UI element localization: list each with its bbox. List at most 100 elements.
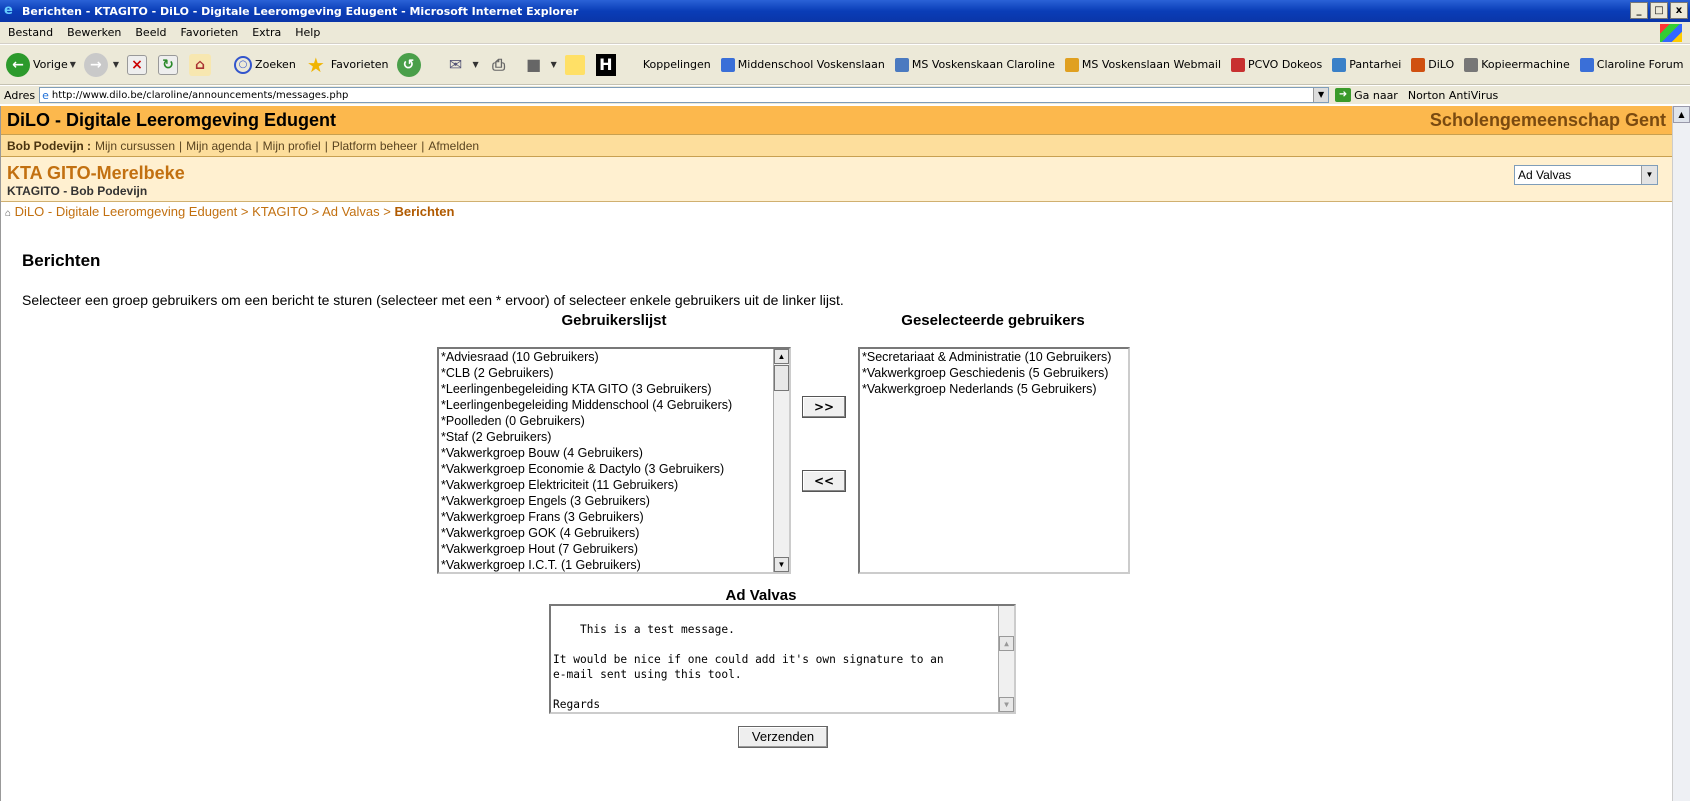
breadcrumb-item-advalvas[interactable]: Ad Valvas (322, 204, 380, 219)
history-button[interactable]: ↺ (396, 52, 424, 77)
toolbar: ← Vorige ▼ → ▼ × ↻ ⌂ ○ Zoeken ★ Favoriet… (0, 45, 1690, 85)
add-selected-button[interactable]: >> (802, 396, 846, 418)
link-kopieermachine[interactable]: Kopieermachine (1464, 57, 1570, 72)
link-platform-beheer[interactable]: Platform beheer (332, 139, 417, 153)
search-button[interactable]: ○ Zoeken (234, 55, 296, 74)
message-text: This is a test message. It would be nice… (553, 623, 944, 711)
users-list-scrollbar[interactable]: ▲ ▼ (773, 349, 789, 572)
scroll-down-icon[interactable]: ▼ (999, 697, 1014, 712)
site-org[interactable]: Scholengemeenschap Gent (1430, 110, 1666, 131)
link-claroline-forum[interactable]: Claroline Forum (1579, 57, 1684, 72)
list-item[interactable]: *Vakwerkgroep Hout (7 Gebruikers) (439, 541, 789, 557)
link-pantarhei[interactable]: Pantarhei (1332, 57, 1402, 72)
favorites-button[interactable]: ★ Favorieten (304, 53, 389, 77)
list-item[interactable]: *Poolleden (0 Gebruikers) (439, 413, 789, 429)
menu-bewerken[interactable]: Bewerken (67, 26, 121, 39)
print-button[interactable]: ⎙ (487, 53, 514, 77)
scroll-up-icon[interactable]: ▲ (774, 349, 789, 364)
forward-button[interactable]: → ▼ (83, 52, 119, 77)
link-label: Pantarhei (1349, 58, 1402, 71)
page-icon: e (42, 88, 49, 102)
list-item[interactable]: *Adviesraad (10 Gebruikers) (439, 349, 789, 365)
page-title: Berichten (22, 251, 101, 270)
address-input[interactable]: e http://www.dilo.be/claroline/announcem… (39, 87, 1330, 103)
maximize-button[interactable]: □ (1650, 2, 1668, 19)
menu-beeld[interactable]: Beeld (135, 26, 166, 39)
link-mijn-profiel[interactable]: Mijn profiel (263, 139, 321, 153)
tool-select[interactable]: Ad Valvas ▼ (1514, 165, 1658, 185)
list-item[interactable]: *Leerlingenbegeleiding Middenschool (4 G… (439, 397, 789, 413)
chevron-down-icon[interactable]: ▼ (1313, 88, 1329, 102)
edit-button[interactable]: ■ ▼ (522, 53, 557, 77)
site-name[interactable]: DiLO - Digitale Leeromgeving Edugent (7, 110, 336, 131)
minimize-button[interactable]: _ (1630, 2, 1648, 19)
scroll-up-icon[interactable]: ▲ (1673, 106, 1690, 123)
menu-bestand[interactable]: Bestand (8, 26, 53, 39)
list-item[interactable]: *Vakwerkgroep Industriële Wetenschappen … (439, 573, 789, 574)
link-label: Claroline Forum (1596, 58, 1684, 71)
chevron-down-icon[interactable]: ▼ (473, 60, 479, 69)
list-item[interactable]: *Vakwerkgroep Elektriciteit (11 Gebruike… (439, 477, 789, 493)
list-item[interactable]: *Secretariaat & Administratie (10 Gebrui… (860, 349, 1128, 365)
link-label: MS Voskenslaan Webmail (1081, 58, 1222, 71)
list-item[interactable]: *Vakwerkgroep Geschiedenis (5 Gebruikers… (860, 365, 1128, 381)
h-button[interactable]: H (595, 53, 619, 76)
remove-selected-button[interactable]: << (802, 470, 846, 492)
list-item[interactable]: *CLB (2 Gebruikers) (439, 365, 789, 381)
list-item[interactable]: *Staf (2 Gebruikers) (439, 429, 789, 445)
go-button[interactable]: ➜ Ga naar (1335, 88, 1398, 102)
link-mijn-cursussen[interactable]: Mijn cursussen (95, 139, 175, 153)
mail-button[interactable]: ✉ ▼ (444, 53, 479, 77)
link-middenschool[interactable]: Middenschool Voskenslaan (720, 57, 885, 72)
breadcrumb-sep: > (383, 204, 391, 219)
address-bar: Adres e http://www.dilo.be/claroline/ann… (0, 86, 1690, 104)
send-button[interactable]: Verzenden (738, 726, 828, 748)
link-dokeos[interactable]: PCVO Dokeos (1231, 57, 1323, 72)
page-scrollbar[interactable]: ▲ (1672, 106, 1690, 801)
home-button[interactable]: ⌂ (189, 53, 214, 76)
link-claroline[interactable]: MS Voskenskaan Claroline (894, 57, 1055, 72)
go-arrow-icon: ➜ (1335, 88, 1352, 102)
list-item[interactable]: *Vakwerkgroep Economie & Dactylo (3 Gebr… (439, 461, 789, 477)
list-item[interactable]: *Vakwerkgroep Frans (3 Gebruikers) (439, 509, 789, 525)
link-mijn-agenda[interactable]: Mijn agenda (186, 139, 251, 153)
breadcrumb-current: Berichten (394, 204, 455, 219)
link-dilo[interactable]: DiLO (1411, 57, 1454, 72)
message-scrollbar[interactable]: ▲ ▼ (998, 606, 1014, 712)
back-button[interactable]: ← Vorige ▼ (6, 52, 76, 77)
link-label: PCVO Dokeos (1248, 58, 1323, 71)
link-afmelden[interactable]: Afmelden (428, 139, 479, 153)
breadcrumb-item-ktagito[interactable]: KTAGITO (252, 204, 308, 219)
list-item[interactable]: *Vakwerkgroep Bouw (4 Gebruikers) (439, 445, 789, 461)
stop-button[interactable]: × (127, 54, 150, 75)
link-page-icon (1231, 57, 1246, 72)
list-item[interactable]: *Vakwerkgroep Engels (3 Gebruikers) (439, 493, 789, 509)
menu-extra[interactable]: Extra (252, 26, 281, 39)
breadcrumb-item-dilo[interactable]: DiLO - Digitale Leeromgeving Edugent (15, 204, 238, 219)
list-item[interactable]: *Vakwerkgroep Nederlands (5 Gebruikers) (860, 381, 1128, 397)
message-textarea[interactable]: This is a test message. It would be nice… (549, 604, 1016, 714)
selected-list[interactable]: *Secretariaat & Administratie (10 Gebrui… (858, 347, 1130, 574)
link-webmail[interactable]: MS Voskenslaan Webmail (1064, 57, 1222, 72)
close-button[interactable]: x (1670, 2, 1688, 19)
scroll-thumb[interactable] (774, 365, 789, 391)
list-item[interactable]: *Leerlingenbegeleiding KTA GITO (3 Gebru… (439, 381, 789, 397)
list-item[interactable]: *Vakwerkgroep I.C.T. (1 Gebruikers) (439, 557, 789, 572)
users-list[interactable]: *Adviesraad (10 Gebruikers) *CLB (2 Gebru… (437, 347, 791, 574)
course-name[interactable]: KTA GITO-Merelbeke (7, 163, 185, 184)
chevron-down-icon[interactable]: ▼ (113, 60, 119, 69)
ie-icon: e (4, 3, 13, 18)
breadcrumb-sep: > (240, 204, 249, 219)
chevron-down-icon[interactable]: ▼ (1641, 166, 1657, 184)
menu-favorieten[interactable]: Favorieten (181, 26, 239, 39)
back-label: Vorige (33, 58, 68, 71)
notes-button[interactable] (564, 54, 588, 75)
chevron-down-icon[interactable]: ▼ (70, 60, 76, 69)
norton-button[interactable]: Norton AntiVirus (1408, 89, 1498, 102)
refresh-button[interactable]: ↻ (158, 54, 181, 75)
menu-help[interactable]: Help (295, 26, 320, 39)
chevron-down-icon[interactable]: ▼ (551, 60, 557, 69)
scroll-down-icon[interactable]: ▼ (774, 557, 789, 572)
scroll-up-icon[interactable]: ▲ (999, 636, 1014, 651)
list-item[interactable]: *Vakwerkgroep GOK (4 Gebruikers) (439, 525, 789, 541)
